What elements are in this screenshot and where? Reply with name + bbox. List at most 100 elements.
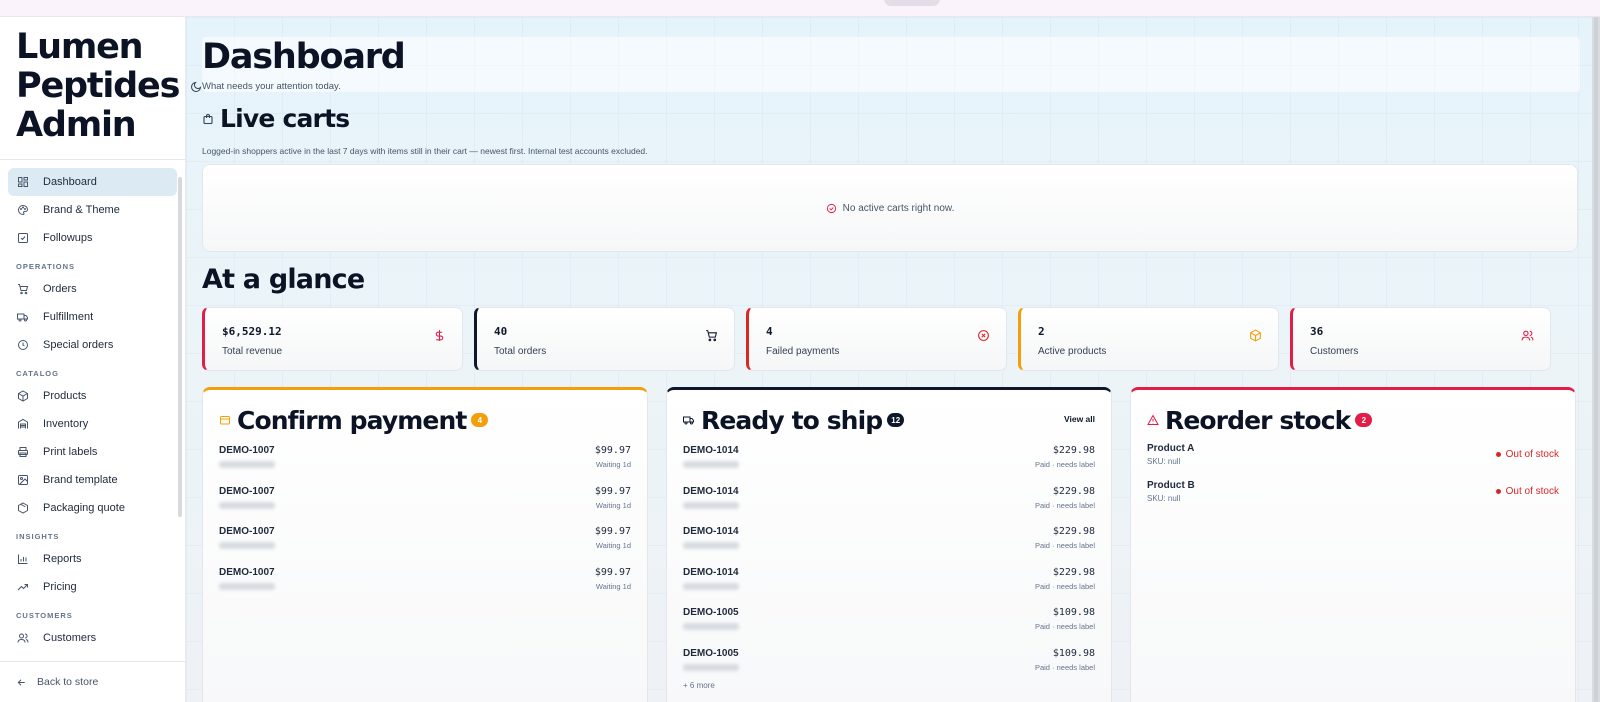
status-dot xyxy=(1495,489,1501,494)
action-panels: Confirm payment 4 DEMO-1007 $99.97 Waitin… xyxy=(202,387,1576,702)
stat-label: Total orders xyxy=(494,346,547,357)
package-icon xyxy=(1249,329,1262,342)
sidebar: Lumen Peptides Admin Dashboard Brand & T… xyxy=(0,17,186,702)
browser-top-strip xyxy=(0,0,1600,17)
blurred-customer-name xyxy=(683,663,739,671)
page-scrollbar[interactable] xyxy=(1592,17,1600,702)
more-orders-link[interactable]: + 6 more xyxy=(683,681,1095,690)
order-amount: $109.98 xyxy=(1052,607,1095,618)
list-item[interactable]: DEMO-1007 $99.97 Waiting 1d xyxy=(219,440,631,481)
product-sku: SKU: null xyxy=(1147,457,1181,466)
sidebar-item-packaging-quote[interactable]: Packaging quote xyxy=(8,494,177,522)
list-item[interactable]: DEMO-1014 $229.98 Paid · needs label xyxy=(683,440,1095,481)
sidebar-item-special-orders[interactable]: Special orders xyxy=(8,331,177,359)
sidebar-item-label: Special orders xyxy=(43,339,114,351)
main-content: Dashboard What needs your attention toda… xyxy=(186,17,1600,702)
stock-status: Out of stock xyxy=(1495,443,1559,477)
blurred-customer-name xyxy=(219,501,275,509)
stat-card-total-orders[interactable]: 40 Total orders xyxy=(474,307,735,371)
confirm-payment-list: DEMO-1007 $99.97 Waiting 1d DEMO-1007 $99… xyxy=(219,440,631,602)
order-id: DEMO-1014 xyxy=(683,566,739,578)
sidebar-item-fulfillment[interactable]: Fulfillment xyxy=(8,303,177,331)
blurred-customer-name xyxy=(683,542,739,549)
cart-icon xyxy=(16,282,30,296)
page-header: Dashboard What needs your attention toda… xyxy=(202,37,1580,92)
reorder-stock-list: Product A SKU: null Out of stock Product … xyxy=(1147,440,1559,514)
window-handle[interactable] xyxy=(884,0,940,6)
sidebar-item-reports[interactable]: Reports xyxy=(8,545,177,573)
users-icon xyxy=(16,631,30,645)
sidebar-item-inventory[interactable]: Inventory xyxy=(8,410,177,438)
stat-value: $6,529.12 xyxy=(222,325,282,338)
ready-to-ship-list: DEMO-1014 $229.98 Paid · needs label DEMO… xyxy=(683,440,1095,690)
brand-title: Lumen Peptides Admin xyxy=(16,27,180,145)
product-name: Product B xyxy=(1147,480,1195,491)
warehouse-icon xyxy=(16,417,30,431)
list-item[interactable]: DEMO-1007 $99.97 Waiting 1d xyxy=(219,521,631,562)
sidebar-item-pricing[interactable]: Pricing xyxy=(8,573,177,601)
truck-icon xyxy=(16,310,30,324)
dashboard-content: Dashboard What needs your attention toda… xyxy=(202,37,1580,702)
list-item[interactable]: DEMO-1005 $109.98 Paid · needs label xyxy=(683,602,1095,643)
order-id: DEMO-1014 xyxy=(683,526,739,537)
order-meta: Paid · needs label xyxy=(1034,541,1095,550)
printer-icon xyxy=(16,445,30,459)
order-meta: Paid · needs label xyxy=(1034,662,1095,672)
confirm-payment-panel: Confirm payment 4 DEMO-1007 $99.97 Waitin… xyxy=(202,387,648,702)
panel-title: Confirm payment xyxy=(237,405,467,435)
product-name: Product A xyxy=(1147,443,1195,454)
order-meta: Paid · needs label xyxy=(1034,460,1095,469)
sidebar-scrollbar[interactable] xyxy=(178,177,182,517)
list-item[interactable]: DEMO-1005 $109.98 Paid · needs label xyxy=(683,643,1095,684)
stat-card-active-products[interactable]: 2 Active products xyxy=(1018,307,1279,371)
order-id: DEMO-1014 xyxy=(683,485,739,497)
dashboard-icon xyxy=(16,175,30,189)
section-label-operations: OPERATIONS xyxy=(16,262,76,271)
order-id: DEMO-1005 xyxy=(683,607,739,618)
list-item[interactable]: DEMO-1014 $229.98 Paid · needs label xyxy=(683,521,1095,562)
theme-toggle-moon-icon[interactable] xyxy=(190,81,204,95)
trending-up-icon xyxy=(16,580,30,594)
sidebar-item-brand-template[interactable]: Brand template xyxy=(8,466,177,494)
sidebar-item-print-labels[interactable]: Print labels xyxy=(8,438,177,466)
stock-status-label: Out of stock xyxy=(1505,449,1559,460)
blurred-customer-name xyxy=(683,623,739,630)
sidebar-item-dashboard[interactable]: Dashboard xyxy=(8,168,177,196)
sidebar-item-label: Fulfillment xyxy=(43,311,94,323)
stat-card-failed-payments[interactable]: 4 Failed payments xyxy=(746,307,1007,371)
list-item[interactable]: DEMO-1014 $229.98 Paid · needs label xyxy=(683,562,1095,603)
users-icon xyxy=(1521,329,1534,342)
order-meta: Paid · needs label xyxy=(1034,622,1095,631)
list-item[interactable]: DEMO-1007 $99.97 Waiting 1d xyxy=(219,562,631,603)
list-item[interactable]: Product B SKU: null Out of stock xyxy=(1147,477,1559,514)
count-badge: 12 xyxy=(887,413,905,427)
order-amount: $229.98 xyxy=(1052,485,1095,497)
list-item[interactable]: DEMO-1007 $99.97 Waiting 1d xyxy=(219,481,631,522)
sidebar-item-orders[interactable]: Orders xyxy=(8,275,177,303)
sidebar-item-brand-theme[interactable]: Brand & Theme xyxy=(8,196,177,224)
cart-icon xyxy=(705,329,718,342)
stats-row: $6,529.12 Total revenue 40 Total orders … xyxy=(202,307,1551,371)
order-id: DEMO-1005 xyxy=(683,647,739,659)
stat-label: Total revenue xyxy=(222,346,283,357)
order-id: DEMO-1007 xyxy=(219,445,275,456)
stat-card-total-revenue[interactable]: $6,529.12 Total revenue xyxy=(202,307,463,371)
sidebar-item-label: Dashboard xyxy=(43,176,97,188)
sidebar-item-customers[interactable]: Customers xyxy=(8,624,177,652)
view-all-link[interactable]: View all xyxy=(1064,414,1095,424)
order-amount: $99.97 xyxy=(594,566,631,578)
blurred-customer-name xyxy=(683,501,739,509)
stat-label: Customers xyxy=(1310,346,1359,357)
wallet-icon xyxy=(219,414,231,426)
sidebar-item-followups[interactable]: Followups xyxy=(8,224,177,252)
stat-card-customers[interactable]: 36 Customers xyxy=(1290,307,1551,371)
live-carts-heading: Live carts xyxy=(202,104,350,133)
ready-to-ship-panel: Ready to ship 12 View all DEMO-1014 $229… xyxy=(666,387,1112,702)
at-a-glance-title: At a glance xyxy=(202,264,365,295)
sidebar-footer-divider xyxy=(0,661,185,662)
list-item[interactable]: Product A SKU: null Out of stock xyxy=(1147,440,1559,477)
sidebar-item-products[interactable]: Products xyxy=(8,382,177,410)
order-id: DEMO-1007 xyxy=(219,566,275,578)
back-to-store-link[interactable]: Back to store xyxy=(16,676,98,688)
list-item[interactable]: DEMO-1014 $229.98 Paid · needs label xyxy=(683,481,1095,522)
